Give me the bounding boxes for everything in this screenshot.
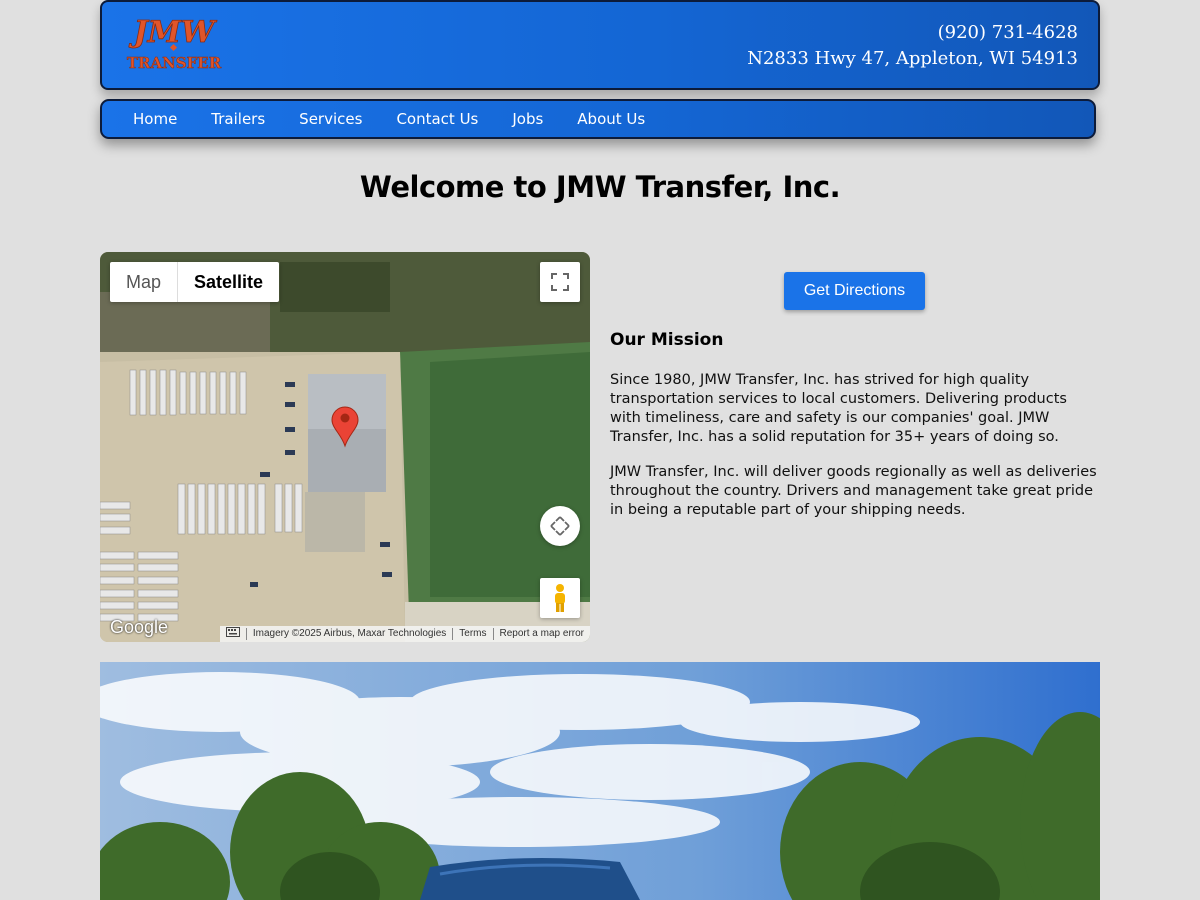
map-type-satellite-button[interactable]: Satellite (178, 262, 279, 302)
nav-item-jobs[interactable]: Jobs (495, 100, 560, 138)
hero-photo (100, 662, 1100, 900)
phone-number[interactable]: (920) 731-4628 (747, 20, 1078, 46)
nav-item-contact-us[interactable]: Contact Us (379, 100, 495, 138)
google-logo: Google (110, 617, 169, 637)
header-contact: (920) 731-4628 N2833 Hwy 47, Appleton, W… (747, 20, 1078, 72)
satellite-imagery[interactable] (100, 252, 590, 642)
main-nav: Home Trailers Services Contact Us Jobs A… (100, 99, 1096, 139)
mission-paragraph-2: JMW Transfer, Inc. will deliver goods re… (610, 464, 1097, 518)
nav-item-home[interactable]: Home (116, 100, 194, 138)
map-attribution: Imagery ©2025 Airbus, Maxar Technologies… (219, 626, 590, 642)
nav-item-services[interactable]: Services (282, 100, 379, 138)
site-header: JMW TRANSFER (920) 731-4628 N2833 Hwy 47… (100, 0, 1100, 90)
embedded-map[interactable]: Map Satellite Google Imagery ©2025 Airbu… (100, 252, 590, 642)
street-view-button[interactable] (540, 578, 580, 618)
imagery-credit: Imagery ©2025 Airbus, Maxar Technologies (245, 628, 452, 640)
fullscreen-button[interactable] (540, 262, 580, 302)
camera-control-button[interactable] (540, 506, 580, 546)
get-directions-button[interactable]: Get Directions (784, 272, 925, 310)
report-map-error-link[interactable]: Report a map error (492, 628, 590, 640)
pan-arrows-icon (550, 516, 570, 536)
nav-item-about-us[interactable]: About Us (560, 100, 662, 138)
map-terms-link[interactable]: Terms (452, 628, 492, 640)
company-logo[interactable]: JMW TRANSFER (124, 12, 224, 74)
address: N2833 Hwy 47, Appleton, WI 54913 (747, 48, 1078, 69)
map-type-control: Map Satellite (110, 262, 280, 302)
fullscreen-icon (551, 273, 569, 291)
nav-item-trailers[interactable]: Trailers (194, 100, 282, 138)
keyboard-icon[interactable] (220, 627, 246, 641)
mission-paragraph-1: Since 1980, JMW Transfer, Inc. has striv… (610, 372, 1067, 445)
logo-text-transfer: TRANSFER (127, 54, 222, 72)
pegman-icon (555, 584, 565, 612)
map-type-map-button[interactable]: Map (110, 262, 179, 302)
page-title: Welcome to JMW Transfer, Inc. (359, 170, 841, 204)
mission-heading: Our Mission (610, 330, 724, 350)
